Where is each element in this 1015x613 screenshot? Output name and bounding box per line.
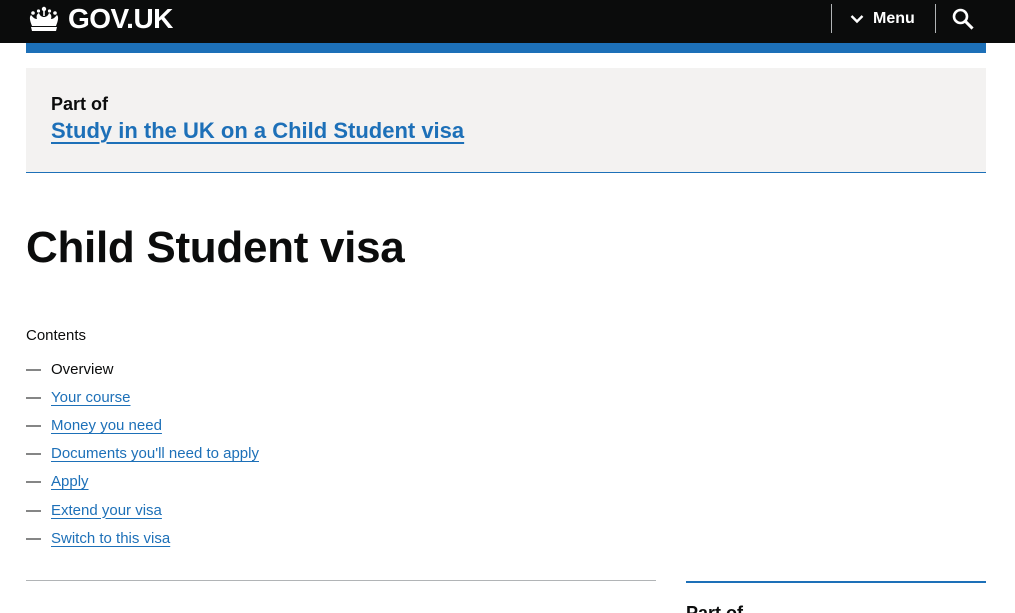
site-header: GOV.UK Menu — [0, 0, 1015, 43]
list-dash: — — [26, 501, 41, 519]
contents-item-overview: — Overview — [26, 355, 259, 383]
contents-link-extend[interactable]: Extend your visa — [51, 502, 162, 519]
header-divider — [935, 4, 936, 33]
sidebar-top-rule — [686, 581, 986, 583]
header-divider — [831, 4, 832, 33]
contents-item-apply: — Apply — [26, 468, 259, 496]
list-dash: — — [26, 416, 41, 434]
contents-list: — Overview — Your course — Money you nee… — [26, 355, 259, 552]
sidebar-part-of-heading: Part of — [686, 603, 744, 613]
contents-link-money-you-need[interactable]: Money you need — [51, 417, 162, 434]
chevron-down-icon — [850, 14, 864, 23]
section-divider — [26, 580, 656, 581]
part-of-label: Part of — [51, 94, 109, 114]
header-blue-band — [26, 43, 986, 53]
list-dash: — — [26, 445, 41, 463]
contents-item-your-course: — Your course — [26, 383, 259, 411]
contents-link-switch[interactable]: Switch to this visa — [51, 530, 170, 547]
menu-button[interactable]: Menu — [850, 0, 915, 37]
part-of-link[interactable]: Study in the UK on a Child Student visa — [51, 118, 464, 144]
list-dash: — — [26, 473, 41, 491]
logo-text: GOV.UK — [68, 3, 173, 34]
govuk-logo-link[interactable]: GOV.UK — [26, 3, 173, 35]
list-dash: — — [26, 388, 41, 406]
part-of-panel: Part of Study in the UK on a Child Stude… — [26, 68, 986, 173]
contents-link-apply[interactable]: Apply — [51, 473, 89, 490]
contents-current-label: Overview — [51, 360, 114, 378]
contents-heading: Contents — [26, 327, 87, 344]
contents-item-documents: — Documents you'll need to apply — [26, 440, 259, 468]
menu-label: Menu — [873, 9, 915, 27]
contents-item-switch: — Switch to this visa — [26, 524, 259, 552]
list-dash: — — [26, 529, 41, 547]
crown-icon — [29, 6, 59, 31]
contents-item-money-you-need: — Money you need — [26, 411, 259, 439]
contents-link-your-course[interactable]: Your course — [51, 389, 131, 406]
search-icon — [952, 8, 974, 30]
page-title: Child Student visa — [26, 223, 405, 272]
search-button[interactable] — [952, 8, 974, 30]
list-dash: — — [26, 360, 41, 378]
contents-link-documents[interactable]: Documents you'll need to apply — [51, 445, 259, 462]
contents-item-extend: — Extend your visa — [26, 496, 259, 524]
